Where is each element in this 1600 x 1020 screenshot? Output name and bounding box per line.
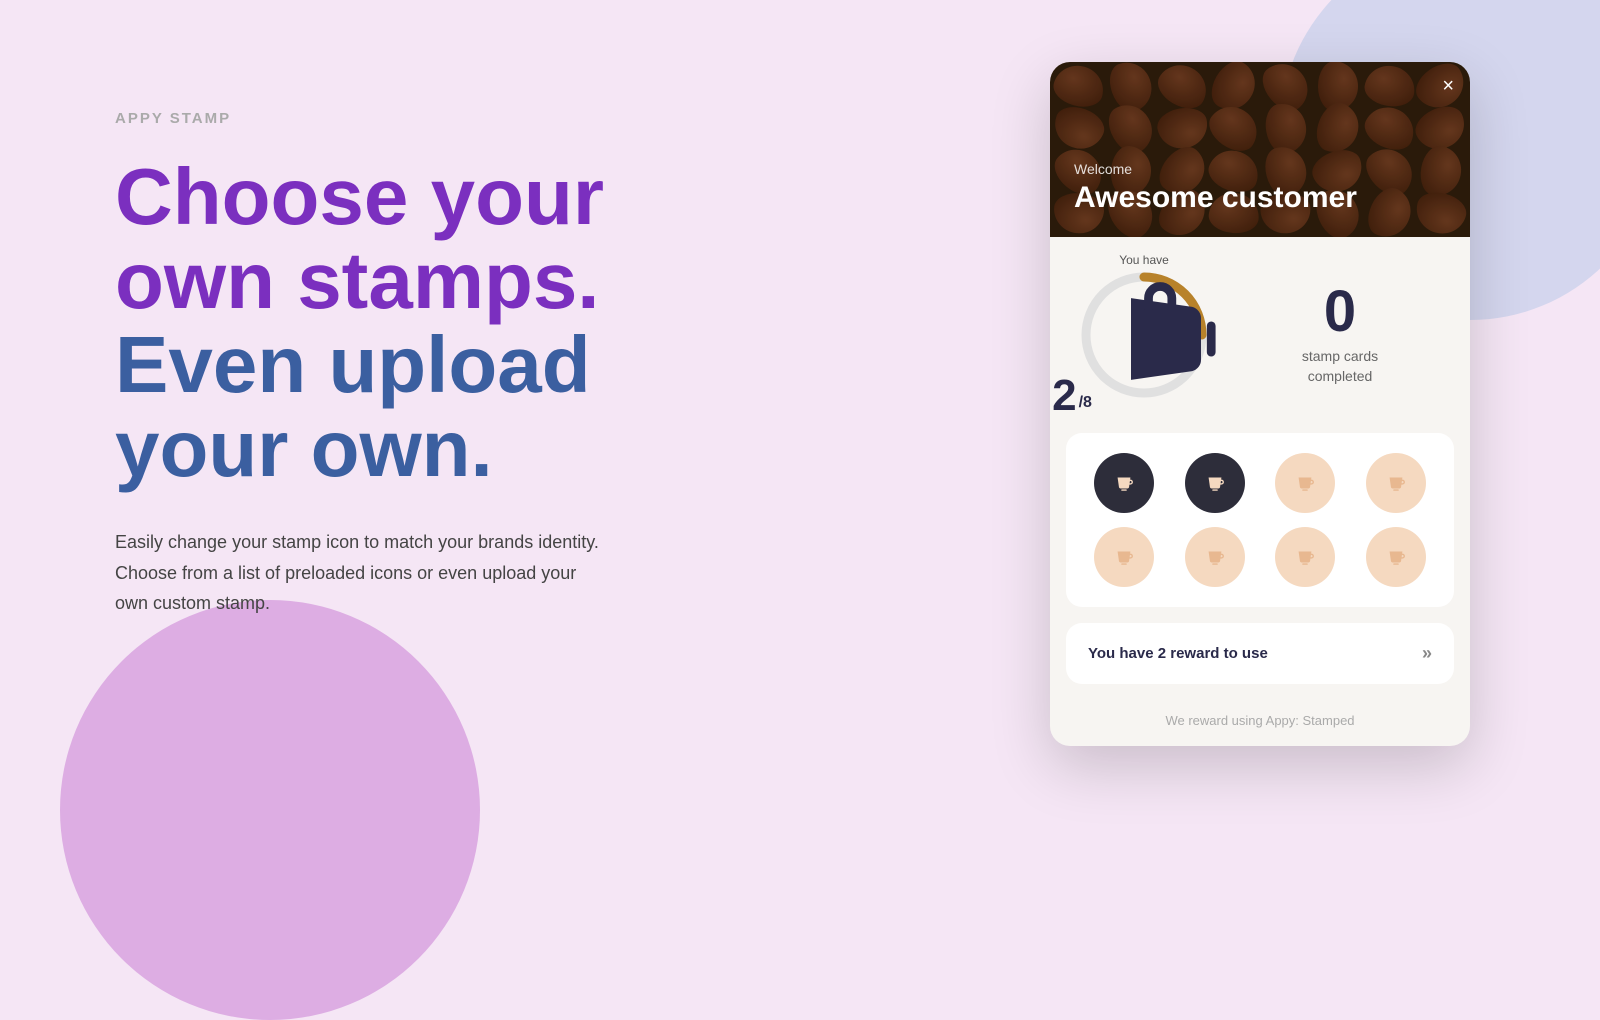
card-header: Welcome Awesome customer × bbox=[1050, 62, 1470, 237]
brand-label: APPY STAMP bbox=[115, 110, 755, 127]
total-stamps-sub: /8 bbox=[1079, 394, 1092, 412]
customer-name: Awesome customer bbox=[1074, 181, 1357, 215]
current-stamps: 2 bbox=[1052, 374, 1076, 418]
stamps-grid bbox=[1086, 453, 1434, 587]
completed-stat: 0 stamp cardscompleted bbox=[1234, 283, 1446, 386]
bean bbox=[1050, 62, 1108, 112]
bean bbox=[1412, 187, 1470, 237]
completed-label: stamp cardscompleted bbox=[1234, 347, 1446, 386]
stamp-empty-4 bbox=[1185, 527, 1245, 587]
bg-circle-bottom-left bbox=[60, 600, 480, 1020]
bean bbox=[1361, 62, 1417, 110]
progress-circle-text: You have 2 /8 bbox=[1074, 265, 1214, 405]
phone-card: Welcome Awesome customer × You have 2 bbox=[1050, 62, 1470, 746]
completed-count: 0 bbox=[1234, 283, 1446, 341]
footer-text: We reward using Appy: Stamped bbox=[1165, 713, 1354, 728]
phone-mockup: Welcome Awesome customer × You have 2 bbox=[1050, 62, 1470, 746]
coffee-cup-icon bbox=[1096, 269, 1236, 414]
stamp-filled-1 bbox=[1094, 453, 1154, 513]
you-have-label: You have bbox=[1119, 253, 1169, 267]
reward-section[interactable]: You have 2 reward to use » bbox=[1066, 623, 1454, 684]
card-header-text: Welcome Awesome customer bbox=[1074, 161, 1357, 215]
welcome-label: Welcome bbox=[1074, 161, 1357, 177]
bean bbox=[1361, 182, 1419, 237]
bean bbox=[1154, 104, 1210, 152]
stamp-empty-1 bbox=[1275, 453, 1335, 513]
chevron-double-icon: » bbox=[1422, 643, 1432, 664]
reward-text: You have 2 reward to use bbox=[1088, 645, 1268, 662]
left-section: APPY STAMP Choose yourown stamps.Even up… bbox=[115, 110, 755, 619]
headline-line2: Even uploadyour own. bbox=[115, 320, 591, 493]
headline-line1: Choose yourown stamps. bbox=[115, 152, 604, 325]
headline: Choose yourown stamps.Even uploadyour ow… bbox=[115, 155, 755, 491]
bean bbox=[1050, 101, 1109, 156]
bean bbox=[1417, 143, 1465, 199]
card-footer: We reward using Appy: Stamped bbox=[1050, 700, 1470, 746]
card-stats: You have 2 /8 bbox=[1050, 237, 1470, 433]
body-text: Easily change your stamp icon to match y… bbox=[115, 527, 605, 619]
stamp-empty-5 bbox=[1275, 527, 1335, 587]
progress-circle: You have 2 /8 bbox=[1074, 265, 1214, 405]
stamp-filled-2 bbox=[1185, 453, 1245, 513]
stamp-empty-6 bbox=[1366, 527, 1426, 587]
close-button[interactable]: × bbox=[1442, 76, 1454, 96]
stamps-section bbox=[1066, 433, 1454, 607]
stamp-empty-3 bbox=[1094, 527, 1154, 587]
stamp-empty-2 bbox=[1366, 453, 1426, 513]
